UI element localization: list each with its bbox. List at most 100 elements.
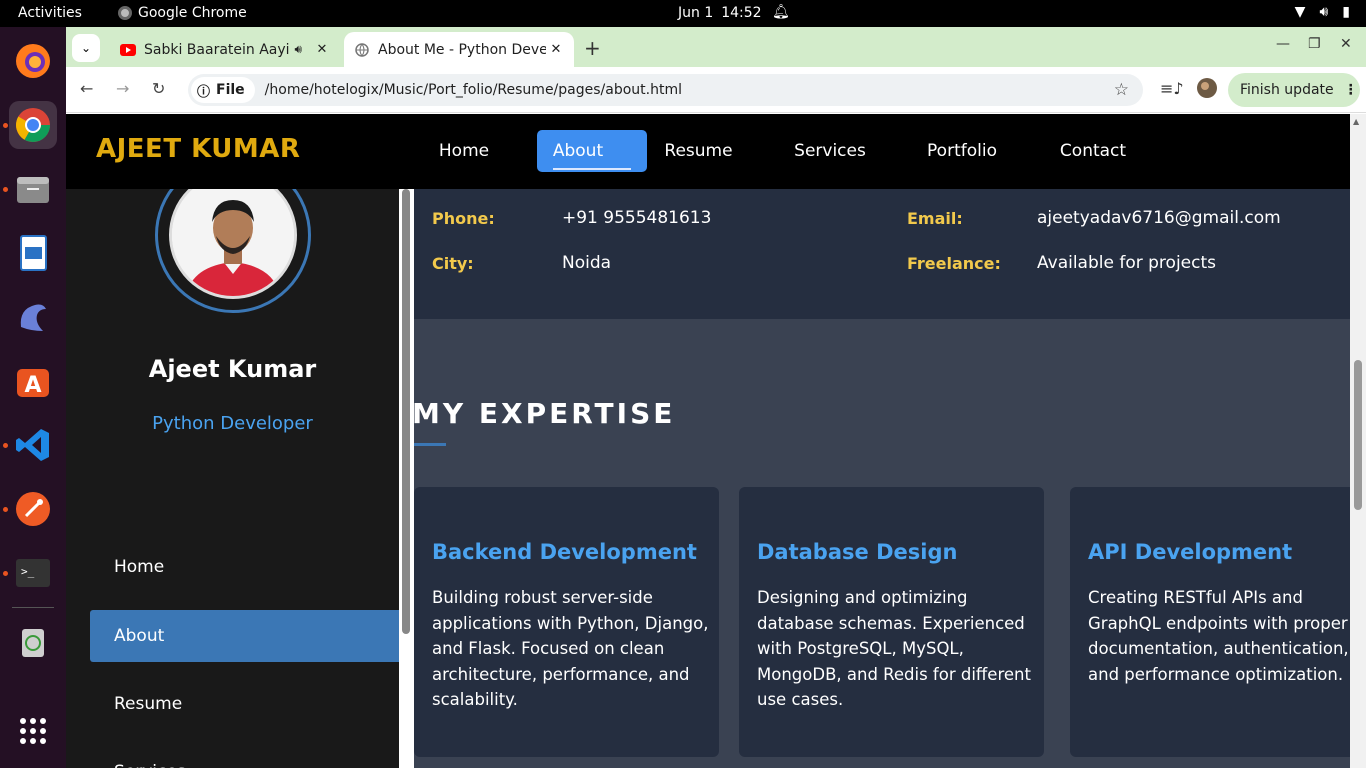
expertise-card-api: API Development Creating RESTful APIs an…: [1070, 487, 1350, 757]
scheme-label: File: [216, 82, 245, 98]
sidebar-item-services[interactable]: Services: [90, 746, 399, 768]
phone-value: +91 9555481613: [562, 208, 712, 228]
notification-bell-icon[interactable]: 🔔︎: [772, 4, 790, 20]
nav-about-label: About: [552, 141, 604, 161]
site-info-chip[interactable]: ⓘ File: [191, 77, 255, 103]
globe-icon: [354, 42, 370, 58]
running-indicator: [3, 507, 8, 512]
finish-update-label: Finish update: [1240, 82, 1334, 98]
youtube-icon: [120, 42, 136, 58]
clock[interactable]: Jun 1 14:52: [678, 5, 762, 21]
nav-resume[interactable]: Resume: [656, 130, 741, 172]
tab-strip: ⌄ Sabki Baaratein Aayi - 🔊︎ ✕ About Me -…: [66, 27, 1366, 67]
expertise-card-backend: Backend Development Building robust serv…: [414, 487, 719, 757]
chrome-small-icon: [118, 6, 132, 20]
finish-update-button[interactable]: Finish update ⋮: [1228, 73, 1360, 107]
url-text: /home/hotelogix/Music/Port_folio/Resume/…: [264, 82, 682, 98]
main-content: Phone: +91 9555481613 City: Noida Email:…: [414, 189, 1350, 768]
page-viewport: AJEET KUMAR Home About Resume Services P…: [66, 114, 1366, 768]
bookmark-star-icon[interactable]: ☆: [1114, 80, 1129, 100]
freelance-label: Freelance:: [907, 254, 1001, 273]
reload-icon[interactable]: ↻: [152, 79, 165, 98]
profile-role: Python Developer: [152, 413, 313, 434]
running-indicator: [3, 123, 8, 128]
phone-label: Phone:: [432, 209, 495, 228]
nav-home[interactable]: Home: [423, 130, 505, 172]
system-tray[interactable]: ▼ 🔊︎ ▮: [1295, 4, 1350, 20]
tab-title: Sabki Baaratein Aayi -: [144, 41, 295, 58]
scrollbar-thumb[interactable]: [402, 189, 410, 634]
tab-about-me[interactable]: About Me - Python Deve ✕: [344, 32, 574, 67]
site-header: AJEET KUMAR Home About Resume Services P…: [66, 114, 1350, 189]
profile-sidebar: Ajeet Kumar Python Developer Home About …: [66, 157, 399, 768]
date: Jun 1: [678, 5, 714, 21]
audio-icon[interactable]: 🔊︎: [294, 42, 302, 57]
firefox-icon[interactable]: [9, 37, 57, 85]
files-icon[interactable]: [9, 165, 57, 213]
dock: A >_: [0, 27, 66, 768]
info-icon: ⓘ: [197, 84, 211, 100]
minimize-icon[interactable]: —: [1276, 36, 1290, 52]
back-arrow-icon[interactable]: ←: [80, 79, 93, 98]
card-title: API Development: [1088, 540, 1293, 564]
city-label: City:: [432, 254, 474, 273]
scrollbar-thumb[interactable]: [1354, 360, 1362, 510]
system-top-bar: Activities Google Chrome Jun 1 14:52 🔔︎ …: [0, 0, 1366, 27]
app-grid-icon[interactable]: [9, 707, 57, 755]
nav-about[interactable]: About: [537, 130, 647, 172]
browser-toolbar: ← → ↻ ⓘ File /home/hotelogix/Music/Port_…: [66, 67, 1366, 113]
profile-avatar[interactable]: [1196, 77, 1218, 103]
close-tab-icon[interactable]: ✕: [312, 42, 332, 57]
svg-text:A: A: [24, 373, 41, 398]
running-indicator: [3, 571, 8, 576]
restore-icon[interactable]: ❐: [1308, 36, 1321, 52]
activities-button[interactable]: Activities: [18, 5, 82, 21]
email-label: Email:: [907, 209, 963, 228]
sidebar-scrollbar[interactable]: [399, 189, 414, 768]
trash-icon[interactable]: [9, 617, 57, 665]
volume-icon: 🔊︎: [1319, 4, 1329, 20]
heading-underline: [414, 443, 446, 446]
freelance-value: Available for projects: [1037, 253, 1216, 273]
vscode-icon[interactable]: [9, 421, 57, 469]
app-name: Google Chrome: [138, 5, 247, 21]
writer-icon[interactable]: [9, 229, 57, 277]
sidebar-item-about[interactable]: About: [90, 610, 399, 662]
card-text: Creating RESTful APIs and GraphQL endpoi…: [1088, 588, 1349, 684]
scroll-up-icon[interactable]: ▲: [1353, 117, 1359, 126]
sidebar-item-home[interactable]: Home: [90, 541, 399, 593]
nav-contact[interactable]: Contact: [1048, 130, 1138, 172]
forward-arrow-icon[interactable]: →: [116, 79, 129, 98]
app-menu[interactable]: Google Chrome: [118, 5, 247, 21]
address-bar[interactable]: ⓘ File /home/hotelogix/Music/Port_folio/…: [188, 74, 1143, 106]
tab-search-button[interactable]: ⌄: [72, 34, 100, 62]
media-control-icon[interactable]: ≡♪: [1160, 79, 1184, 98]
expertise-card-database: Database Design Designing and optimizing…: [739, 487, 1044, 757]
card-text: Building robust server-side applications…: [432, 588, 709, 709]
site-logo[interactable]: AJEET KUMAR: [96, 134, 300, 164]
battery-icon: ▮: [1342, 4, 1350, 20]
wifi-icon: ▼: [1294, 4, 1306, 20]
nav-services[interactable]: Services: [782, 130, 878, 172]
svg-text:>_: >_: [21, 565, 35, 578]
running-indicator: [3, 443, 8, 448]
terminal-icon[interactable]: >_: [9, 549, 57, 597]
running-indicator: [3, 187, 8, 192]
close-window-icon[interactable]: ✕: [1340, 36, 1352, 52]
postman-icon[interactable]: [9, 485, 57, 533]
profile-name: Ajeet Kumar: [148, 355, 317, 383]
tab-title: About Me - Python Deve: [378, 41, 546, 58]
active-underline: [553, 168, 631, 170]
app-store-icon[interactable]: A: [9, 357, 57, 405]
sidebar-item-resume[interactable]: Resume: [90, 678, 399, 730]
chrome-icon[interactable]: [9, 101, 57, 149]
close-tab-icon[interactable]: ✕: [546, 42, 566, 57]
page-scrollbar[interactable]: ▲: [1350, 114, 1366, 768]
chrome-window: ⌄ Sabki Baaratein Aayi - 🔊︎ ✕ About Me -…: [66, 27, 1366, 768]
email-value: ajeetyadav6716@gmail.com: [1037, 208, 1281, 228]
new-tab-button[interactable]: +: [584, 36, 601, 60]
card-title: Backend Development: [432, 540, 697, 564]
dolphin-icon[interactable]: [9, 293, 57, 341]
nav-portfolio[interactable]: Portfolio: [916, 130, 1008, 172]
tab-youtube[interactable]: Sabki Baaratein Aayi - 🔊︎ ✕: [110, 32, 340, 67]
